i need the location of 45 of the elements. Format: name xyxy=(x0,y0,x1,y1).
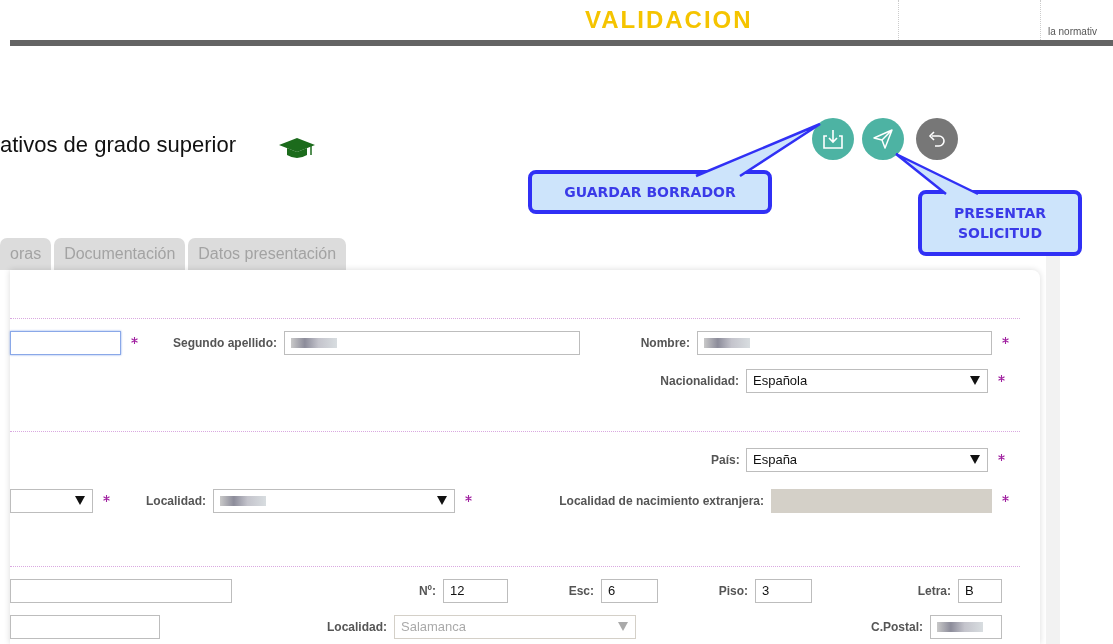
callout-label: GUARDAR BORRADOR xyxy=(528,170,772,214)
field-label: Piso: xyxy=(717,583,749,600)
field-label: Segundo apellido: xyxy=(172,335,278,352)
field-label: C.Postal: xyxy=(870,619,924,636)
field-label: Nacionalidad: xyxy=(659,373,740,390)
field-label: País: xyxy=(711,452,741,469)
select-field[interactable]: España xyxy=(746,448,988,472)
header-text: la normativ xyxy=(1048,25,1097,39)
input-field[interactable] xyxy=(10,331,121,355)
input-field[interactable] xyxy=(10,615,160,639)
input-field[interactable] xyxy=(697,331,992,355)
field-label: Localidad: xyxy=(145,493,207,510)
page-title: ativos de grado superior xyxy=(0,131,237,159)
field-label: Localidad: xyxy=(326,619,388,636)
undo-button[interactable] xyxy=(916,118,958,160)
input-field[interactable]: 6 xyxy=(601,579,658,603)
input-field[interactable]: 3 xyxy=(755,579,812,603)
blurred-value xyxy=(704,338,750,348)
blurred-value xyxy=(291,338,337,348)
input-field[interactable]: 12 xyxy=(443,579,508,603)
select-field[interactable]: Española xyxy=(746,369,988,393)
input-field[interactable] xyxy=(930,615,1002,639)
download-tray-icon xyxy=(821,127,845,151)
input-field[interactable]: B xyxy=(958,579,1002,603)
submit-button[interactable] xyxy=(862,118,904,160)
input-field[interactable] xyxy=(284,331,580,355)
page-heading: VALIDACION xyxy=(585,6,753,34)
blurred-value xyxy=(937,622,983,632)
dropdown-caret-icon xyxy=(75,495,85,505)
field-label: Nº: xyxy=(417,583,437,600)
save-draft-button[interactable] xyxy=(812,118,854,160)
field-label: Nombre: xyxy=(639,335,691,352)
select-field[interactable] xyxy=(213,489,455,513)
paper-plane-icon xyxy=(871,127,895,151)
select-field[interactable] xyxy=(10,489,93,513)
dropdown-caret-icon xyxy=(618,621,628,631)
dropdown-caret-icon xyxy=(970,375,980,385)
blurred-value xyxy=(220,496,266,506)
dropdown-caret-icon xyxy=(970,454,980,464)
field-label: Letra: xyxy=(916,583,952,600)
input-field[interactable] xyxy=(10,579,232,603)
field-label: Esc: xyxy=(567,583,595,600)
dropdown-caret-icon xyxy=(437,495,447,505)
field-label: Localidad de nacimiento extranjera: xyxy=(558,493,765,510)
graduation-cap-icon xyxy=(278,136,316,160)
